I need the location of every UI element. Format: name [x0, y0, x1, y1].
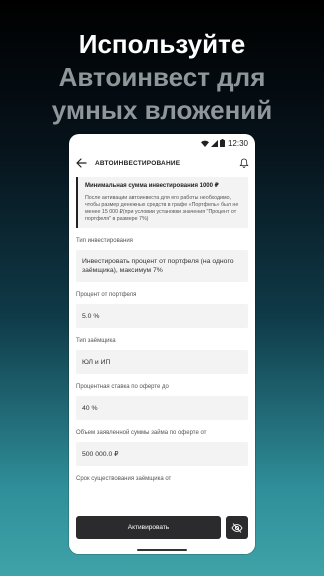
portfolio-percent-label: Процент от портфеля [76, 292, 137, 298]
bottom-action-bar: Активировать [69, 502, 255, 554]
activate-button[interactable]: Активировать [76, 516, 221, 539]
loan-amount-label: Объем заявленной суммы займа по оферте о… [76, 430, 207, 436]
wifi-icon [200, 140, 209, 147]
investment-type-label: Тип инвестирования [76, 238, 133, 244]
bell-icon[interactable] [239, 158, 249, 168]
signal-icon [210, 139, 218, 147]
status-time: 12:30 [227, 138, 248, 148]
eye-off-icon [231, 522, 243, 533]
phone-screen: 12:30 АВТОИНВЕСТИРОВАНИЕ Минимальная сум… [69, 134, 255, 554]
app-bar: АВТОИНВЕСТИРОВАНИЕ [69, 152, 255, 174]
promo-line-3: умных вложений [51, 95, 273, 125]
promo-header: Используйте Автоинвест для умных вложени… [0, 28, 324, 127]
home-indicator [137, 549, 187, 551]
arrow-left-icon[interactable] [75, 157, 87, 169]
borrower-type-label: Тип заёмщика [76, 338, 116, 344]
promo-line-1: Используйте [78, 29, 246, 59]
borrower-type-select[interactable]: ЮЛ и ИП [76, 350, 248, 374]
borrower-age-label: Срок существования заёмщика от [76, 476, 172, 482]
status-icons [200, 139, 225, 147]
status-bar: 12:30 [69, 134, 255, 152]
loan-amount-input[interactable]: 500 000.0 ₽ [76, 442, 248, 466]
form-content: Минимальная сумма инвестирования 1000 ₽ … [69, 177, 255, 482]
info-body: После активации автоинвеста для его рабо… [85, 195, 239, 222]
info-heading: Минимальная сумма инвестирования 1000 ₽ [85, 183, 219, 189]
page-title: АВТОИНВЕСТИРОВАНИЕ [95, 159, 181, 167]
offer-rate-input[interactable]: 40 % [76, 396, 248, 420]
offer-rate-label: Процентная ставка по оферте до [76, 384, 169, 390]
investment-type-select[interactable]: Инвестировать процент от портфеля (на од… [76, 250, 248, 282]
info-notice: Минимальная сумма инвестирования 1000 ₽ … [76, 177, 248, 228]
battery-icon [219, 139, 225, 147]
portfolio-percent-input[interactable]: 5.0 % [76, 304, 248, 328]
hide-toggle-button[interactable] [226, 516, 248, 539]
promo-line-2: Автоинвест для [58, 62, 266, 92]
